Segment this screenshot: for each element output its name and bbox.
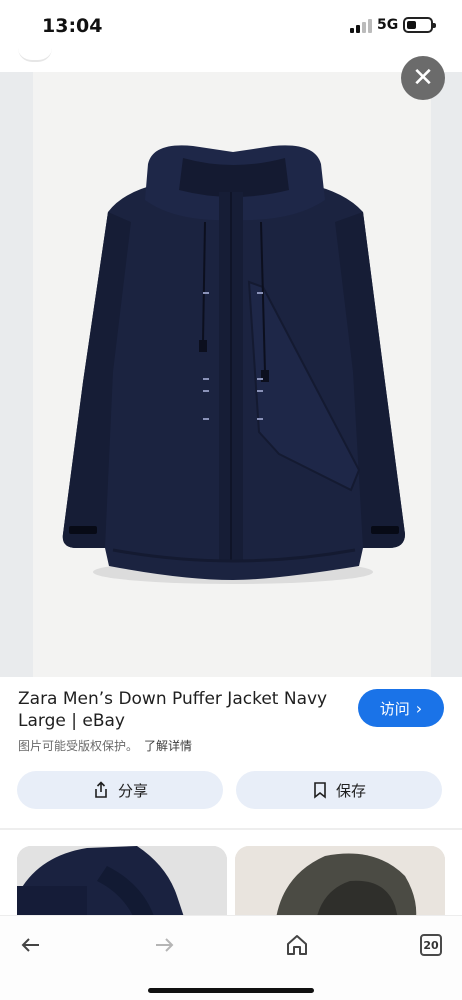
home-button[interactable] — [280, 928, 314, 962]
signal-icon — [350, 19, 372, 33]
bookmark-icon — [314, 782, 326, 799]
related-images — [0, 830, 462, 926]
status-time: 13:04 — [42, 15, 103, 37]
home-icon — [287, 935, 307, 955]
tabs-button[interactable]: 20 — [414, 928, 448, 962]
related-image-2[interactable] — [235, 846, 445, 926]
close-button[interactable]: ✕ — [401, 56, 445, 100]
visit-label: 访问 — [379, 699, 410, 718]
related-jacket-closeup — [17, 846, 227, 926]
back-arrow-icon — [21, 938, 39, 952]
network-type: 5G — [377, 17, 399, 33]
result-info: Zara Men’s Down Puffer Jacket Navy Large… — [0, 677, 462, 827]
learn-more-link[interactable]: 了解详情 — [144, 739, 192, 753]
related-image-1[interactable] — [17, 846, 227, 926]
share-icon — [95, 781, 107, 798]
forward-button[interactable] — [147, 928, 181, 962]
chevron-right-icon: › — [415, 698, 423, 718]
back-button[interactable] — [14, 928, 48, 962]
battery-icon — [403, 17, 436, 33]
save-button[interactable]: 保存 — [236, 771, 442, 809]
forward-arrow-icon — [156, 938, 174, 952]
product-title-line2: Large | eBay — [18, 711, 125, 731]
share-label: 分享 — [117, 781, 148, 800]
top-strip — [0, 52, 462, 72]
image-viewer[interactable] — [0, 72, 462, 677]
product-title[interactable]: Zara Men’s Down Puffer Jacket Navy Large… — [18, 688, 338, 732]
close-icon: ✕ — [412, 63, 434, 93]
visit-button[interactable]: 访问 › — [358, 689, 444, 727]
related-jacket-hood — [235, 846, 445, 926]
avatar-edge — [18, 48, 52, 62]
save-label: 保存 — [335, 781, 366, 800]
jacket-illustration — [62, 145, 406, 584]
share-button[interactable]: 分享 — [17, 771, 223, 809]
bottom-nav-bar: 20 — [0, 915, 462, 1000]
copyright-note: 图片可能受版权保护。 了解详情 — [18, 737, 192, 754]
product-title-line1: Zara Men’s Down Puffer Jacket Navy — [18, 689, 328, 709]
tab-count: 20 — [423, 938, 439, 952]
tabs-icon: 20 — [420, 934, 442, 956]
status-bar: 13:04 5G — [0, 0, 462, 52]
copyright-text: 图片可能受版权保护。 — [18, 739, 139, 753]
home-indicator — [148, 988, 314, 993]
product-image[interactable] — [33, 72, 431, 677]
